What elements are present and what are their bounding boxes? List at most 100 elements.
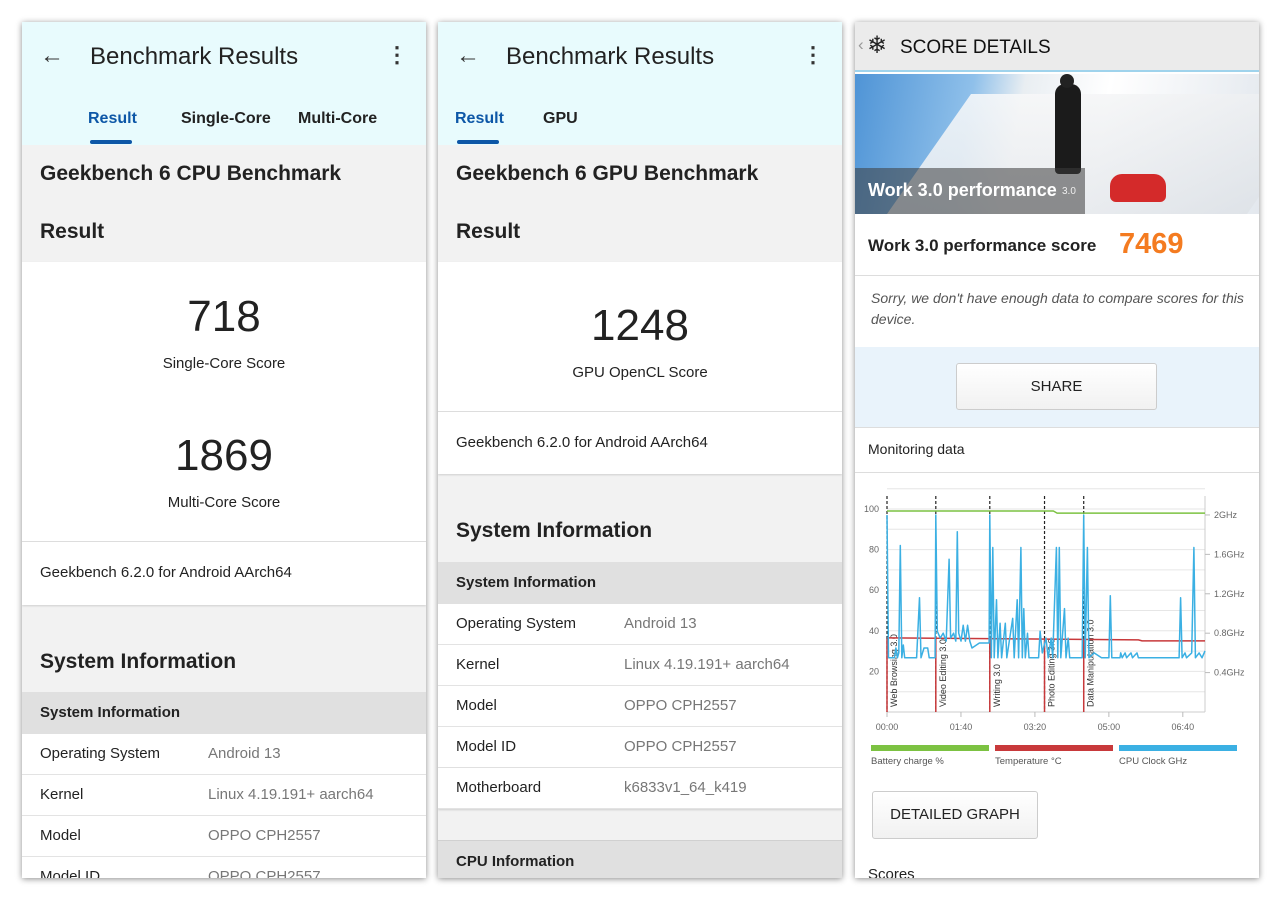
table-row: Kernel Linux 4.19.191+ aarch64 (438, 645, 842, 686)
back-arrow-icon[interactable]: ← (456, 42, 480, 70)
legend-label: Temperature °C (995, 756, 1062, 767)
active-tab-indicator (90, 140, 132, 144)
y-left-tick-label: 100 (864, 504, 879, 514)
gpu-results-screen: ← Benchmark Results ⋮ Result GPU Geekben… (438, 22, 842, 878)
x-tick-label: 00:00 (876, 722, 899, 732)
cpu-results-screen: ← Benchmark Results ⋮ Result Single-Core… (22, 22, 426, 878)
row-value: Android 13 (624, 615, 697, 632)
x-tick-label: 03:20 (1024, 722, 1047, 732)
multi-core-score: 1869 (175, 431, 273, 480)
row-value: Android 13 (208, 745, 281, 762)
header-title: SCORE DETAILS (900, 37, 1051, 58)
table-row: Model OPPO CPH2557 (22, 816, 426, 857)
y-left-tick-label: 80 (869, 545, 879, 555)
tab-result[interactable]: Result (455, 110, 504, 128)
row-value: OPPO CPH2557 (624, 697, 737, 714)
legend-swatch (995, 745, 1113, 751)
sled (1110, 174, 1166, 202)
app-bar: ← Benchmark Results ⋮ Result GPU (438, 22, 842, 145)
y-right-tick-label: 0.8GHz (1214, 628, 1245, 638)
back-arrow-icon[interactable]: ← (40, 42, 64, 70)
y-left-tick-label: 40 (869, 626, 879, 636)
legend-label: Battery charge % (871, 756, 944, 767)
row-value: OPPO CPH2557 (208, 827, 321, 844)
row-key: Model ID (40, 868, 101, 878)
tab-multi-core[interactable]: Multi-Core (298, 110, 377, 128)
table-row: Operating System Android 13 (438, 604, 842, 645)
share-button[interactable]: SHARE (956, 363, 1157, 410)
multi-core-label: Multi-Core Score (167, 494, 281, 511)
active-tab-indicator (457, 140, 499, 144)
version-text: Geekbench 6.2.0 for Android AArch64 (40, 564, 292, 581)
system-info-title: System Information (456, 519, 653, 542)
banner-image: Work 3.0 performance 3.0 (855, 74, 1259, 214)
header-bar: ‹ ❄ SCORE DETAILS (855, 22, 1259, 72)
score-label: Work 3.0 performance score (868, 236, 1097, 255)
banner-badge: 3.0 (1062, 186, 1076, 197)
cpu-info-header: CPU Information (438, 840, 842, 878)
system-info-header-label: System Information (456, 574, 597, 591)
table-row: Model OPPO CPH2557 (438, 686, 842, 727)
table-row: Operating System Android 13 (22, 734, 426, 775)
y-left-tick-label: 20 (869, 666, 879, 676)
single-core-score: 718 (187, 292, 261, 341)
row-key: Model (456, 697, 497, 714)
benchmark-name: Geekbench 6 GPU Benchmark (456, 162, 759, 185)
comparison-note: Sorry, we don't have enough data to comp… (871, 290, 1244, 327)
result-heading: Result (40, 220, 105, 243)
scores-heading: Scores (868, 866, 915, 878)
gpu-opencl-label: GPU OpenCL Score (572, 364, 708, 381)
benchmark-name: Geekbench 6 CPU Benchmark (40, 162, 342, 185)
test-marker-label: Data Manipulation 3.0 (1086, 619, 1096, 707)
system-info-title: System Information (40, 650, 237, 673)
tab-gpu[interactable]: GPU (543, 110, 578, 128)
y-left-tick-label: 60 (869, 585, 879, 595)
skier-figure (1055, 84, 1081, 174)
legend-label: CPU Clock GHz (1119, 756, 1187, 767)
row-key: Motherboard (456, 779, 542, 796)
tab-result[interactable]: Result (88, 110, 137, 128)
table-row: Model ID OPPO CPH2557 (22, 857, 426, 878)
test-marker-label: Video Editing 3.0 (938, 639, 948, 707)
detailed-graph-button[interactable]: DETAILED GRAPH (872, 791, 1038, 839)
x-tick-label: 05:00 (1098, 722, 1121, 732)
score-card: 718 Single-Core Score 1869 Multi-Core Sc… (22, 262, 426, 605)
row-key: Operating System (456, 615, 577, 632)
score-row: Work 3.0 performance score 7469 (855, 214, 1259, 276)
table-row: Motherboard k6833v1_64_k419 (438, 768, 842, 809)
row-key: Operating System (40, 745, 161, 762)
snowflake-icon: ❄ (867, 32, 888, 59)
series-line-cpu-clock-ghz (886, 514, 1206, 659)
x-tick-label: 06:40 (1172, 722, 1195, 732)
more-options-icon[interactable]: ⋮ (802, 42, 824, 68)
single-core-label: Single-Core Score (162, 355, 286, 372)
screen-title: Benchmark Results (90, 43, 299, 70)
monitoring-title: Monitoring data (868, 441, 965, 457)
row-key: Model ID (456, 738, 517, 755)
row-key: Kernel (40, 786, 84, 803)
legend-swatch (1119, 745, 1237, 751)
gpu-opencl-score: 1248 (591, 301, 689, 350)
test-marker-label: Writing 3.0 (992, 664, 1002, 707)
more-options-icon[interactable]: ⋮ (386, 42, 408, 68)
tab-single-core[interactable]: Single-Core (181, 110, 271, 128)
back-chevron-icon[interactable]: ‹ (858, 35, 864, 55)
share-band: SHARE (855, 347, 1259, 427)
test-marker-label: Web Browsing 3.0 (889, 634, 899, 707)
screen-title: Benchmark Results (506, 43, 715, 70)
y-right-tick-label: 0.4GHz (1214, 668, 1245, 678)
result-heading: Result (456, 220, 521, 243)
divider (438, 411, 842, 412)
app-bar: ← Benchmark Results ⋮ Result Single-Core… (22, 22, 426, 145)
y-right-tick-label: 2GHz (1214, 510, 1238, 520)
divider (855, 472, 1259, 473)
table-row: Kernel Linux 4.19.191+ aarch64 (22, 775, 426, 816)
system-info-header: System Information (22, 692, 426, 734)
y-right-tick-label: 1.6GHz (1214, 549, 1245, 559)
version-text: Geekbench 6.2.0 for Android AArch64 (456, 434, 708, 451)
score-card: 1248 GPU OpenCL Score Geekbench 6.2.0 fo… (438, 262, 842, 474)
cpu-info-header-label: CPU Information (456, 853, 575, 870)
system-info-header-label: System Information (40, 704, 181, 721)
row-value: OPPO CPH2557 (208, 868, 321, 878)
row-value: k6833v1_64_k419 (624, 779, 747, 796)
